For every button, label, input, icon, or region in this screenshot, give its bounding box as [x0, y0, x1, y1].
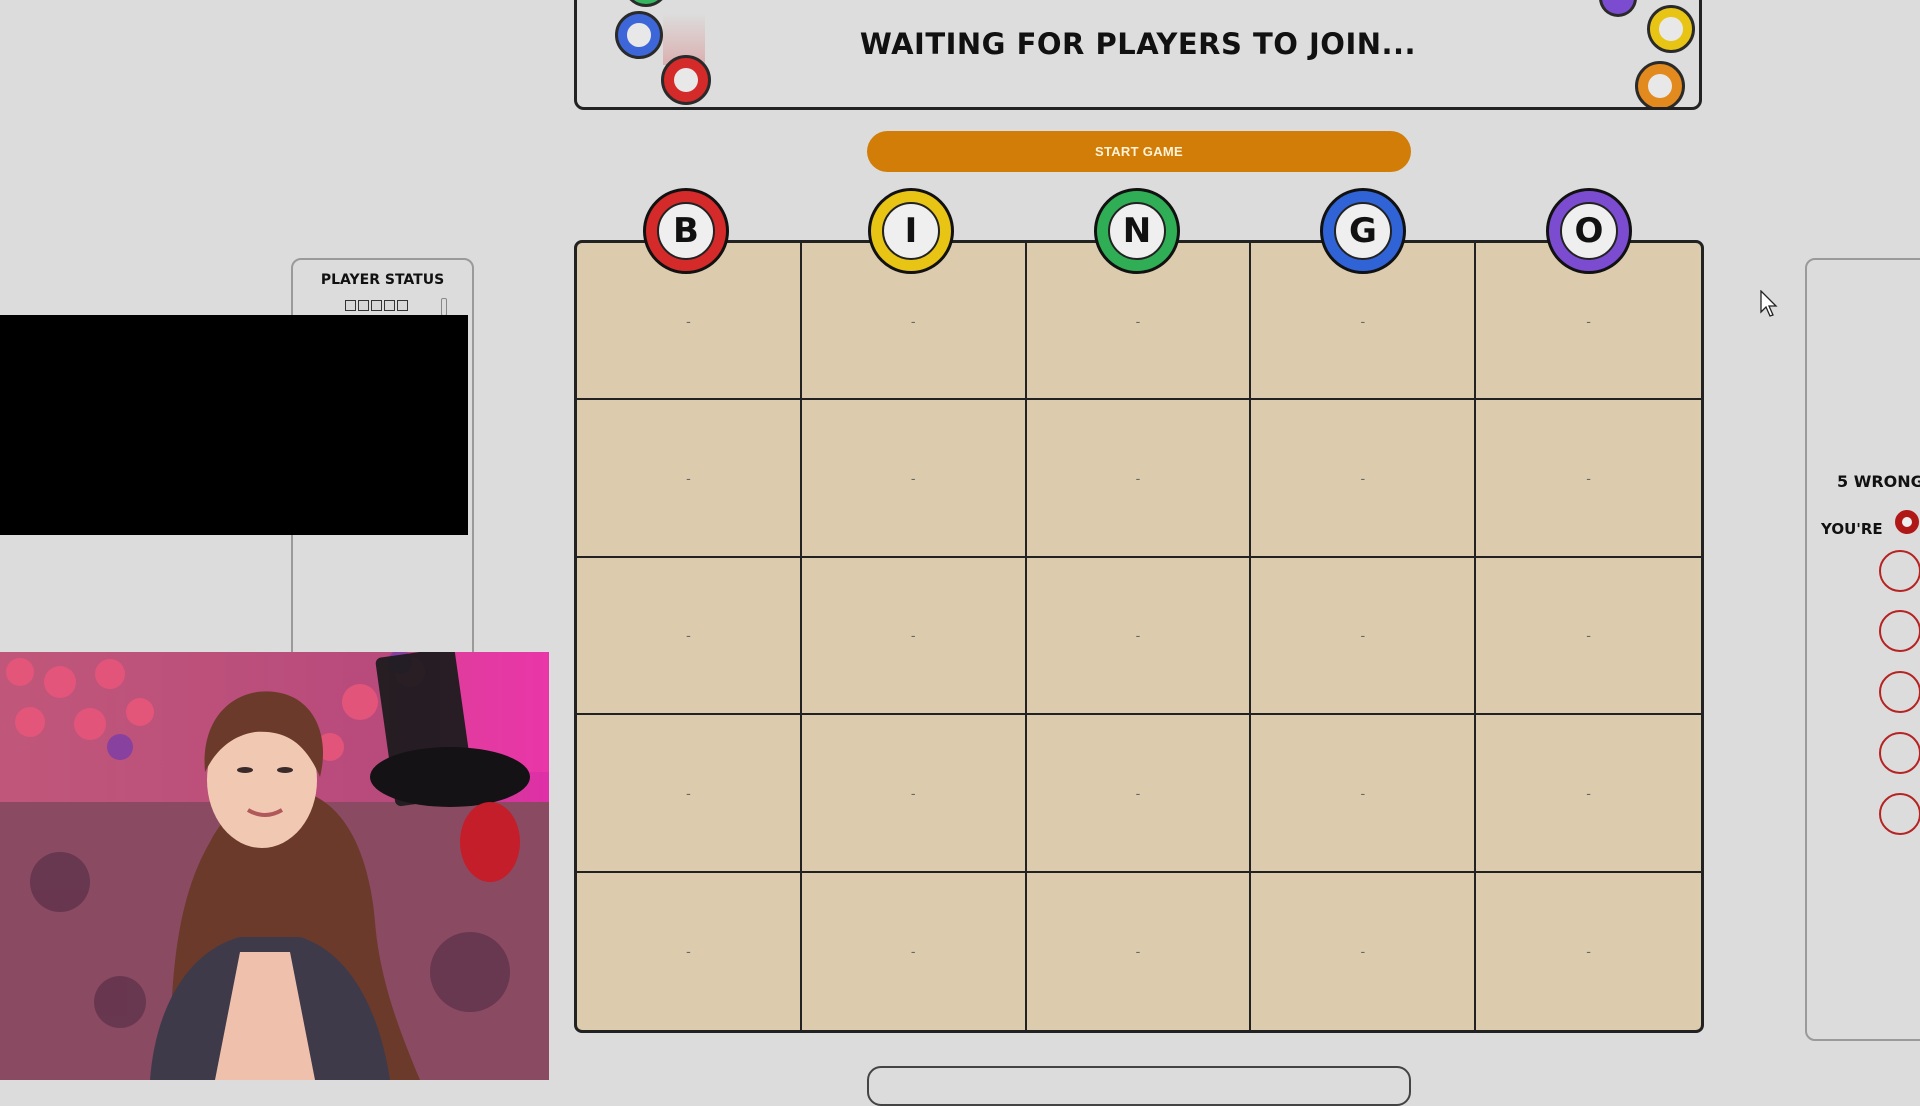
bingo-board: -------------------------	[574, 240, 1704, 1033]
bingo-cell[interactable]: -	[1251, 557, 1477, 716]
ball-decoration-icon	[1635, 61, 1685, 107]
bingo-cell[interactable]: -	[801, 400, 1027, 558]
column-letter: G	[1334, 202, 1392, 260]
bingo-cell[interactable]: -	[1251, 715, 1477, 873]
bingo-cell[interactable]: -	[1476, 558, 1701, 716]
bingo-cell[interactable]: -	[1027, 872, 1252, 1030]
ball-decoration-icon	[1599, 0, 1637, 17]
status-box	[345, 300, 356, 311]
column-ball-i: I	[868, 188, 954, 274]
bingo-cell[interactable]: -	[801, 715, 1027, 873]
bingo-cell[interactable]: -	[577, 557, 802, 716]
status-box	[384, 300, 395, 311]
status-scrollbar[interactable]	[441, 298, 447, 316]
column-letter: N	[1108, 202, 1166, 260]
column-ball-b: B	[643, 188, 729, 274]
webcam-image	[0, 652, 549, 1080]
player-status-boxes	[345, 300, 408, 311]
bingo-cell[interactable]: -	[1476, 715, 1701, 873]
column-letter: O	[1560, 202, 1618, 260]
strike-circle	[1879, 671, 1920, 713]
ball-decoration-icon	[623, 0, 669, 7]
bingo-cell[interactable]: -	[1251, 872, 1477, 1030]
start-game-button[interactable]: START GAME	[867, 131, 1411, 172]
column-ball-n: N	[1094, 188, 1180, 274]
bingo-cell[interactable]: -	[577, 400, 802, 558]
black-overlay	[0, 315, 468, 535]
ball-decoration-icon	[1647, 5, 1695, 53]
webcam-overlay	[0, 652, 549, 1080]
status-box	[371, 300, 382, 311]
bingo-cell[interactable]: -	[1476, 873, 1701, 1030]
out-marker-icon	[1895, 510, 1919, 534]
bingo-cell[interactable]: -	[1026, 715, 1252, 873]
bingo-cell[interactable]: -	[1026, 400, 1252, 558]
wrong-label: 5 WRONG	[1837, 472, 1920, 491]
status-box	[397, 300, 408, 311]
strike-circle	[1879, 732, 1920, 774]
waiting-banner: WAITING FOR PLAYERS TO JOIN...	[574, 0, 1702, 110]
bingo-cell[interactable]: -	[577, 872, 802, 1030]
bingo-cell[interactable]: -	[802, 872, 1027, 1030]
strikes-panel: 5 WRONG YOU'RE	[1805, 258, 1920, 1041]
bingo-cell[interactable]: -	[1476, 400, 1701, 558]
youre-label: YOU'RE	[1821, 520, 1883, 538]
column-ball-g: G	[1320, 188, 1406, 274]
bingo-cell[interactable]: -	[1251, 400, 1477, 558]
column-letter: I	[882, 202, 940, 260]
ball-decoration-icon	[661, 55, 711, 105]
bottom-panel-edge	[867, 1066, 1411, 1106]
mouse-cursor-icon	[1760, 290, 1778, 317]
bingo-cell[interactable]: -	[801, 557, 1027, 716]
strike-circle	[1879, 550, 1920, 592]
bingo-cell[interactable]: -	[1026, 557, 1252, 716]
bingo-cell[interactable]: -	[577, 715, 802, 873]
column-ball-o: O	[1546, 188, 1632, 274]
strike-circle	[1879, 610, 1920, 652]
status-box	[358, 300, 369, 311]
page-title: WAITING FOR PLAYERS TO JOIN...	[859, 27, 1417, 61]
strike-circle	[1879, 793, 1920, 835]
player-status-title: PLAYER STATUS	[320, 272, 445, 288]
column-letter: B	[657, 202, 715, 260]
